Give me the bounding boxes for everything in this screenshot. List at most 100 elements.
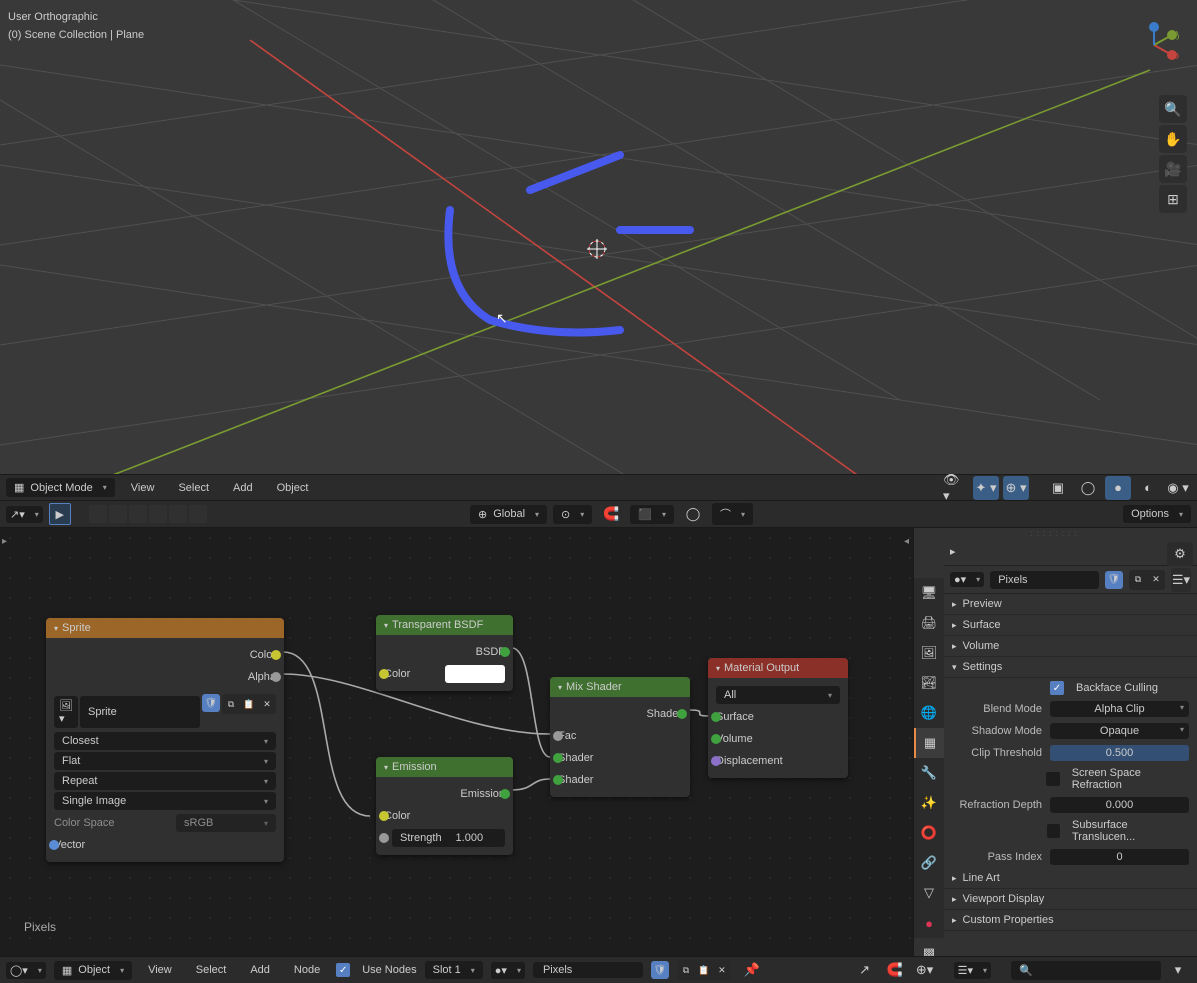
props-search-input[interactable]: 🔍 (1011, 961, 1161, 980)
extension-dropdown[interactable]: Repeat (54, 772, 276, 790)
socket-color-in[interactable] (379, 811, 389, 821)
fake-user-toggle[interactable]: 🛡 (651, 961, 669, 979)
material-name-field[interactable]: Pixels (990, 571, 1099, 589)
socket-color-in[interactable] (379, 669, 389, 679)
drag-handle-icon[interactable]: :::::::: (1014, 528, 1097, 538)
props-editor-type[interactable]: ☰▾ (954, 962, 991, 979)
tab-modifier-icon[interactable]: 🔧 (914, 758, 944, 788)
slot-dropdown[interactable]: Slot 1 (425, 961, 483, 979)
editor-type-dropdown[interactable]: ◯▾ (6, 962, 46, 979)
socket-emission-out[interactable] (500, 789, 510, 799)
snap-btn[interactable] (149, 505, 167, 523)
node-title[interactable]: Sprite (46, 618, 284, 638)
shading-solid-icon[interactable]: ● (1105, 476, 1131, 500)
xray-toggle[interactable]: ▣ (1045, 476, 1071, 500)
options-dropdown[interactable]: Options (1123, 505, 1191, 523)
gizmo-toggle[interactable]: ✦ ▾ (973, 476, 999, 500)
socket-color-out[interactable] (271, 650, 281, 660)
socket-alpha-out[interactable] (271, 672, 281, 682)
tab-physics-icon[interactable]: ⭕ (914, 818, 944, 848)
node-op-dropdown[interactable]: ☰▾ (1171, 568, 1191, 592)
grid-icon[interactable]: ⊞ (1159, 185, 1187, 213)
pivot-dropdown[interactable]: ⊙ (553, 505, 592, 524)
image-browse-icon[interactable]: 🖼▾ (54, 696, 78, 728)
socket-shader-out[interactable] (677, 709, 687, 719)
socket-surface-in[interactable] (711, 712, 721, 722)
socket-shader2-in[interactable] (553, 775, 563, 785)
snap-toggle[interactable]: 🧲 (882, 958, 908, 982)
node-title[interactable]: Material Output (708, 658, 848, 678)
fake-user-toggle[interactable]: 🛡 (202, 694, 220, 712)
section-settings[interactable]: Settings (944, 657, 1197, 678)
tab-output-icon[interactable]: 🖨 (914, 608, 944, 638)
projection-dropdown[interactable]: Flat (54, 752, 276, 770)
tab-particle-icon[interactable]: ✨ (914, 788, 944, 818)
menu-view[interactable]: View (123, 479, 163, 497)
orientation-dropdown[interactable]: ⊕ Global (470, 505, 547, 524)
menu-add[interactable]: Add (242, 961, 278, 979)
clip-threshold-slider[interactable]: 0.500 (1050, 745, 1189, 761)
parent-node-icon[interactable]: ↗ (852, 958, 878, 982)
material-browse[interactable]: ●▾ (950, 572, 984, 587)
copy-icon[interactable]: ⧉ (1129, 570, 1147, 590)
node-title[interactable]: Transparent BSDF (376, 615, 513, 635)
color-swatch[interactable] (445, 665, 505, 683)
colorspace-dropdown[interactable]: sRGB (176, 814, 276, 832)
viewport-3d[interactable]: User Orthographic (0) Scene Collection |… (0, 0, 1197, 474)
section-preview[interactable]: Preview (944, 594, 1197, 615)
shadow-mode-dropdown[interactable]: Opaque (1050, 723, 1189, 739)
strength-field[interactable]: Strength1.000 (392, 829, 505, 847)
menu-view[interactable]: View (140, 961, 180, 979)
refraction-depth-field[interactable]: 0.000 (1050, 797, 1189, 813)
socket-bsdf-out[interactable] (500, 647, 510, 657)
node-emission[interactable]: Emission Emission Color Strength1.000 (376, 757, 513, 855)
snap-btn[interactable] (109, 505, 127, 523)
collapse-panel-icon[interactable]: ◂ (904, 536, 909, 547)
section-viewport[interactable]: Viewport Display (944, 889, 1197, 910)
zoom-icon[interactable]: 🔍 (1159, 95, 1187, 123)
filter-dropdown[interactable]: ▾ (1165, 958, 1191, 982)
tab-object-icon[interactable]: ▦ (914, 728, 944, 758)
interp-dropdown[interactable]: Closest (54, 732, 276, 750)
overlay-toggle[interactable]: ⊕▾ (912, 958, 938, 982)
unlink-icon[interactable]: ✕ (1147, 570, 1165, 590)
proportional-toggle[interactable]: ◯ (680, 502, 706, 526)
pin-icon[interactable]: 📌 (739, 958, 765, 982)
node-title[interactable]: Mix Shader (550, 677, 690, 697)
unlink-icon[interactable]: ⧉ (222, 694, 240, 714)
menu-select[interactable]: Select (188, 961, 235, 979)
material-browse[interactable]: ●▾ (491, 962, 525, 979)
tab-data-icon[interactable]: ▽ (914, 878, 944, 908)
node-title[interactable]: Emission (376, 757, 513, 777)
cursor-tool[interactable]: ▶ (49, 503, 71, 525)
tab-scene-icon[interactable]: 🏞 (914, 668, 944, 698)
section-lineart[interactable]: Line Art (944, 868, 1197, 889)
select-tool-dropdown[interactable]: ↗▾ (6, 506, 43, 523)
snap-btn[interactable] (169, 505, 187, 523)
tab-viewlayer-icon[interactable]: 🖼 (914, 638, 944, 668)
blend-mode-dropdown[interactable]: Alpha Clip (1050, 701, 1189, 717)
expand-panel-icon[interactable]: ▸ (2, 536, 7, 547)
socket-disp-in[interactable] (711, 756, 721, 766)
snap-btn[interactable] (189, 505, 207, 523)
section-surface[interactable]: Surface (944, 615, 1197, 636)
material-name-field[interactable]: Pixels (533, 962, 643, 978)
socket-vector-in[interactable] (49, 840, 59, 850)
image-name-field[interactable]: Sprite (80, 696, 200, 728)
backface-checkbox[interactable]: ✓ (1050, 681, 1064, 695)
tab-constraint-icon[interactable]: 🔗 (914, 848, 944, 878)
nav-gizmo[interactable]: yx (1129, 20, 1179, 70)
section-volume[interactable]: Volume (944, 636, 1197, 657)
target-dropdown[interactable]: All (716, 686, 840, 704)
new-icon[interactable]: 📋 (240, 694, 258, 714)
open-icon[interactable]: ✕ (258, 694, 276, 714)
mode-dropdown[interactable]: ▦Object Mode (6, 478, 115, 497)
section-custom[interactable]: Custom Properties (944, 910, 1197, 931)
new-icon[interactable]: 📋 (695, 960, 713, 980)
proportional-falloff[interactable]: ⌒ (712, 503, 753, 525)
menu-add[interactable]: Add (225, 479, 261, 497)
copy-icon[interactable]: ⧉ (677, 960, 695, 980)
menu-select[interactable]: Select (170, 479, 217, 497)
shading-matprev-icon[interactable]: ◐ (1135, 476, 1161, 500)
options-icon[interactable]: ⚙ (1167, 542, 1193, 566)
